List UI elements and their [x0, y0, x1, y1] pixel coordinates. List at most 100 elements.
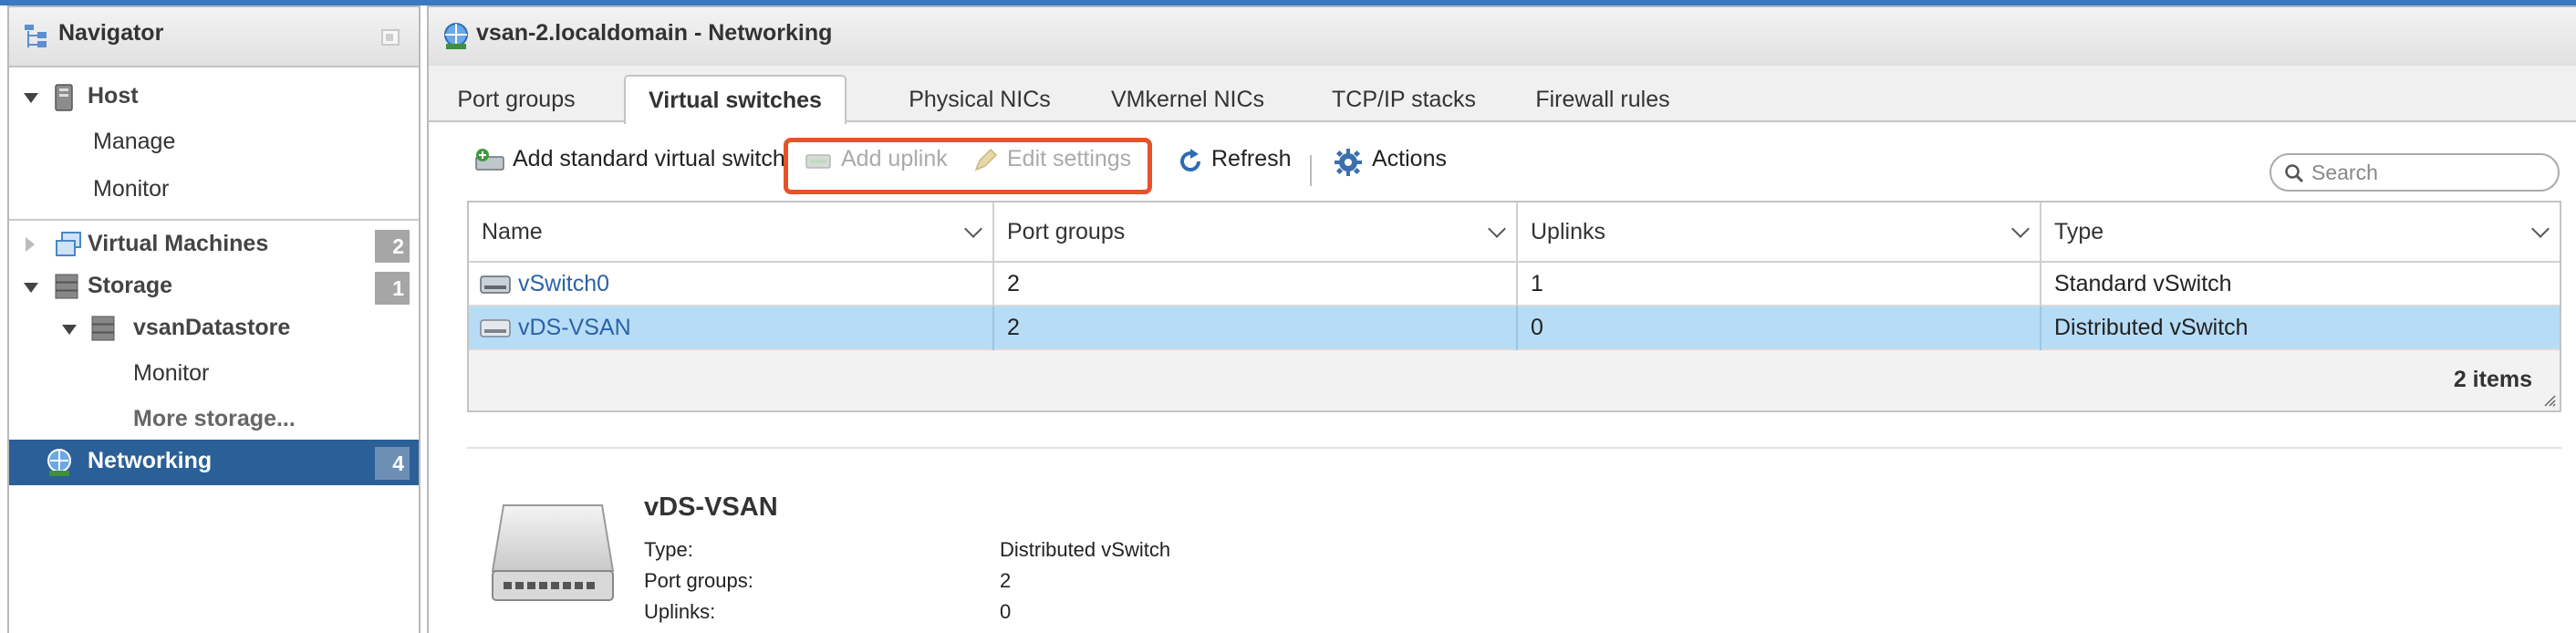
tab-firewall-rules[interactable]: Firewall rules — [1487, 78, 1719, 122]
section-divider — [467, 447, 2561, 449]
collapse-navigator-icon[interactable] — [381, 29, 400, 46]
detail-value-type: Distributed vSwitch — [1000, 538, 1171, 561]
refresh-icon — [1180, 149, 1200, 171]
detail-label-uplinks: Uplinks: — [644, 600, 716, 623]
column-divider — [992, 263, 994, 306]
nav-separator — [9, 219, 419, 221]
detail-title: vDS-VSAN — [644, 493, 778, 522]
page-title: vsan-2.localdomain - Networking — [476, 20, 833, 46]
networking-globe-icon — [444, 23, 468, 49]
column-header-port-groups[interactable]: Port groups — [994, 202, 1518, 263]
nav-item-manage-label: Manage — [93, 129, 176, 154]
column-divider — [1516, 263, 1518, 306]
nav-item-datastore-monitor[interactable]: Monitor — [9, 352, 419, 396]
column-header-name-label: Name — [482, 219, 543, 244]
toolbar-separator — [1310, 155, 1312, 186]
nav-item-host-label: Host — [88, 83, 139, 109]
add-uplink-icon — [805, 154, 831, 169]
add-switch-icon — [475, 149, 504, 171]
actions-button[interactable]: Actions — [1334, 146, 1447, 176]
collapsed-triangle-icon[interactable] — [26, 237, 35, 252]
column-header-uplinks-label: Uplinks — [1531, 219, 1605, 244]
expand-triangle-icon[interactable] — [62, 325, 77, 335]
actions-label: Actions — [1372, 146, 1447, 171]
column-header-uplinks[interactable]: Uplinks — [1518, 202, 2041, 263]
uplinks-cell: 1 — [1531, 271, 1543, 296]
add-uplink-button[interactable]: Add uplink — [805, 146, 948, 172]
tab-tcpip-stacks[interactable]: TCP/IP stacks — [1290, 78, 1518, 122]
tab-vmkernel-nics[interactable]: VMkernel NICs — [1067, 78, 1308, 122]
expand-triangle-icon[interactable] — [24, 93, 38, 103]
resize-handle-icon[interactable] — [2543, 394, 2556, 407]
navigator-logo-icon — [25, 25, 47, 47]
column-header-port-groups-label: Port groups — [1007, 219, 1126, 244]
detail-label-type: Type: — [644, 538, 693, 561]
switch-icon — [480, 275, 511, 294]
nav-item-manage[interactable]: Manage — [9, 120, 419, 164]
nav-item-networking[interactable]: Networking 4 — [9, 440, 419, 485]
gear-icon — [1335, 149, 1362, 176]
nav-item-datastore-monitor-label: Monitor — [133, 360, 210, 386]
navigator-header: Navigator — [9, 7, 419, 67]
refresh-label: Refresh — [1211, 146, 1292, 171]
navigator-panel: Navigator Host Manage Monitor Virtual Ma… — [7, 5, 421, 633]
main-header: vsan-2.localdomain - Networking — [429, 7, 2576, 67]
port-groups-cell: 2 — [1007, 315, 1020, 340]
datastore-icon — [91, 316, 115, 341]
type-cell: Standard vSwitch — [2054, 271, 2232, 296]
search-placeholder: Search — [2311, 161, 2378, 184]
nav-item-more-storage-label: More storage... — [133, 406, 296, 431]
virtual-switches-table: Name Port groups Uplinks Type vSwitch0 2… — [467, 201, 2561, 412]
detail-value-uplinks: 0 — [1000, 600, 1012, 623]
tab-physical-nics[interactable]: Physical NICs — [872, 78, 1087, 122]
add-standard-vswitch-label: Add standard virtual switch — [513, 146, 785, 171]
add-uplink-label: Add uplink — [841, 146, 948, 171]
distributed-switch-large-icon — [491, 504, 615, 601]
edit-settings-button[interactable]: Edit settings — [972, 146, 1131, 172]
expand-triangle-icon[interactable] — [24, 283, 38, 293]
uplinks-cell: 0 — [1531, 315, 1543, 340]
switch-name-link[interactable]: vDS-VSAN — [518, 315, 631, 341]
add-standard-vswitch-button[interactable]: Add standard virtual switch — [474, 146, 785, 172]
switch-name-link[interactable]: vSwitch0 — [518, 271, 609, 297]
chevron-down-icon[interactable] — [2531, 220, 2550, 238]
nav-item-more-storage[interactable]: More storage... — [9, 398, 419, 441]
table-row[interactable]: vDS-VSAN 2 0 Distributed vSwitch — [469, 306, 2560, 350]
detail-value-port-groups: 2 — [1000, 569, 1012, 592]
chevron-down-icon[interactable] — [1488, 220, 1506, 238]
nav-item-vsandatastore[interactable]: vsanDatastore — [9, 306, 419, 350]
chevron-down-icon[interactable] — [964, 220, 982, 238]
nav-item-storage-label: Storage — [88, 273, 173, 298]
search-icon — [2285, 164, 2304, 183]
column-divider — [2040, 306, 2041, 350]
tab-port-groups[interactable]: Port groups — [443, 78, 589, 122]
nav-item-virtual-machines[interactable]: Virtual Machines 2 — [9, 223, 419, 266]
column-divider — [1516, 306, 1518, 350]
nav-item-networking-label: Networking — [88, 448, 213, 473]
nav-item-monitor[interactable]: Monitor — [9, 168, 419, 212]
column-header-type[interactable]: Type — [2041, 202, 2560, 263]
column-divider — [992, 306, 994, 350]
type-cell: Distributed vSwitch — [2054, 315, 2249, 340]
storage-count-badge: 1 — [375, 272, 410, 305]
port-groups-cell: 2 — [1007, 271, 1020, 296]
nav-item-virtual-machines-label: Virtual Machines — [88, 231, 269, 256]
storage-icon — [55, 274, 78, 299]
column-header-type-label: Type — [2054, 219, 2104, 244]
column-divider — [2040, 263, 2041, 306]
search-input[interactable]: Search — [2270, 153, 2560, 192]
table-row[interactable]: vSwitch0 2 1 Standard vSwitch — [469, 263, 2560, 306]
nav-item-host[interactable]: Host — [9, 75, 419, 119]
tab-bar: Port groups Virtual switches Physical NI… — [429, 66, 2576, 124]
nav-item-storage[interactable]: Storage 1 — [9, 265, 419, 308]
nav-item-vsandatastore-label: vsanDatastore — [133, 315, 291, 340]
tab-virtual-switches[interactable]: Virtual switches — [624, 75, 847, 124]
pencil-icon — [974, 148, 998, 171]
column-header-name[interactable]: Name — [469, 202, 994, 263]
refresh-button[interactable]: Refresh — [1177, 146, 1292, 172]
networking-count-badge: 4 — [375, 447, 410, 480]
chevron-down-icon[interactable] — [2011, 220, 2030, 238]
nav-item-monitor-label: Monitor — [93, 176, 170, 202]
navigator-title: Navigator — [58, 20, 164, 46]
vm-count-badge: 2 — [375, 230, 410, 263]
